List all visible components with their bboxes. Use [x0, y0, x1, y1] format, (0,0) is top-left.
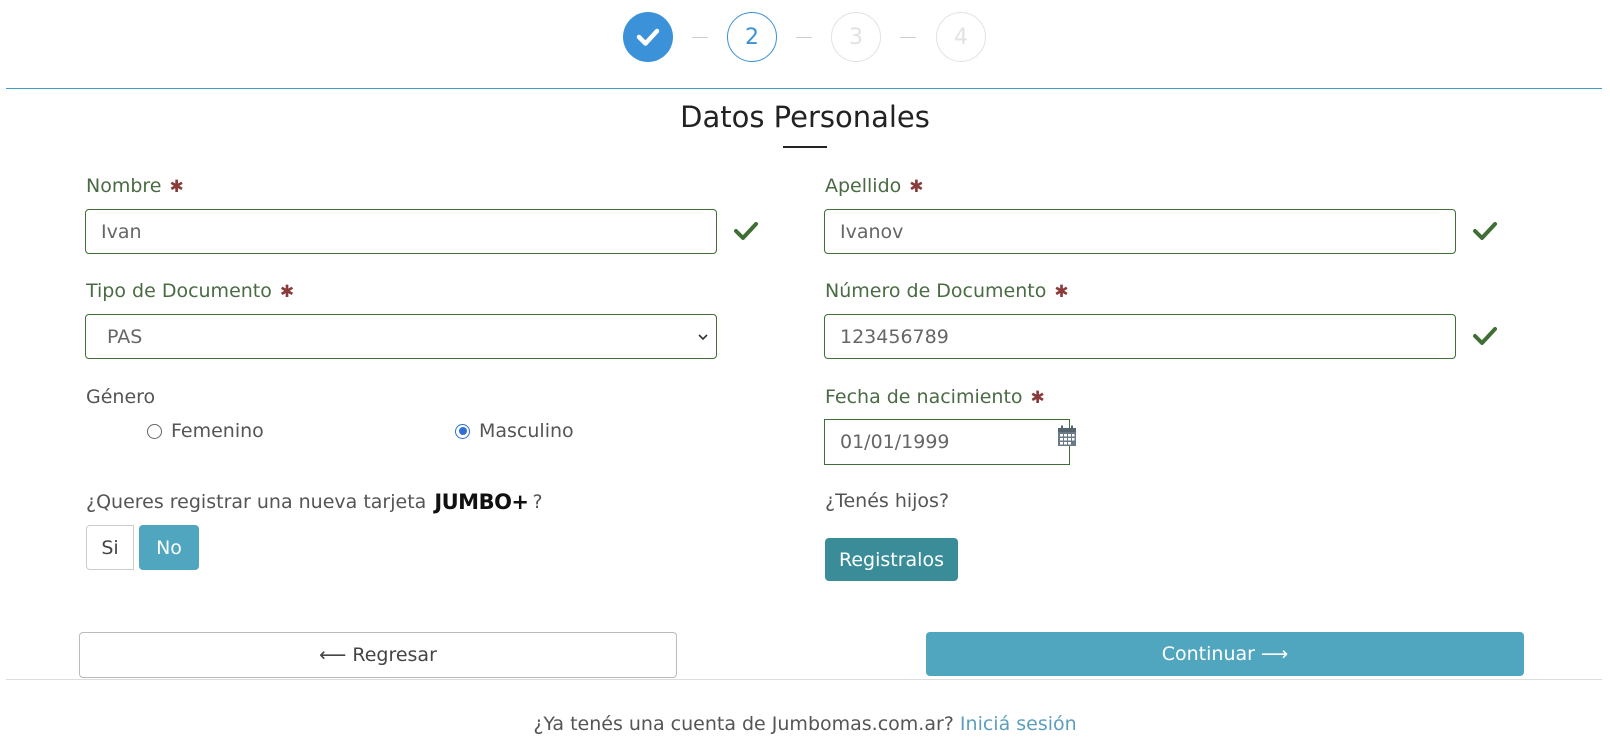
footer: ¿Ya tenés una cuenta de Jumbomas.com.ar?…: [0, 713, 1610, 735]
chevron-down-icon: [698, 334, 708, 341]
nombre-label: Nombre ✱: [86, 175, 184, 197]
step-separator: [692, 37, 708, 38]
numero-documento-label-text: Número de Documento: [825, 280, 1047, 302]
footer-divider: [6, 679, 1602, 680]
back-button[interactable]: ⟵ Regresar: [79, 632, 677, 678]
fecha-nacimiento-label: Fecha de nacimiento ✱: [825, 386, 1045, 408]
valid-check-icon: [734, 222, 758, 240]
radio-masculino-label: Masculino: [479, 420, 574, 442]
numero-documento-input[interactable]: 123456789: [824, 314, 1456, 359]
hijos-question: ¿Tenés hijos?: [825, 490, 950, 512]
step-3-pending: 3: [831, 12, 881, 62]
calendar-icon[interactable]: [1057, 425, 1077, 447]
nombre-label-text: Nombre: [86, 175, 162, 197]
page-title: Datos Personales: [680, 100, 930, 134]
stepper: 2 3 4: [0, 12, 1610, 62]
fecha-nacimiento-label-text: Fecha de nacimiento: [825, 386, 1023, 408]
apellido-input[interactable]: Ivanov: [824, 209, 1456, 254]
step-separator: [796, 37, 812, 38]
registralos-button[interactable]: Registralos: [825, 538, 958, 581]
radio-femenino[interactable]: Femenino: [147, 420, 264, 442]
tarjeta-question-text: ¿Queres registrar una nueva tarjeta: [86, 491, 427, 513]
tipo-documento-label: Tipo de Documento ✱: [86, 280, 294, 302]
tarjeta-no-button[interactable]: No: [139, 525, 199, 570]
required-icon: ✱: [169, 177, 184, 197]
required-icon: ✱: [1054, 282, 1069, 302]
tipo-documento-label-text: Tipo de Documento: [86, 280, 272, 302]
step-2-current: 2: [727, 12, 777, 62]
apellido-label: Apellido ✱: [825, 175, 924, 197]
radio-femenino-label: Femenino: [171, 420, 264, 442]
radio-femenino-circle[interactable]: [147, 423, 162, 439]
valid-check-icon: [1473, 327, 1497, 345]
jumbo-plus-logo: JUMBO+: [434, 490, 529, 514]
required-icon: ✱: [909, 177, 924, 197]
fecha-nacimiento-input[interactable]: 01/01/1999: [824, 419, 1070, 465]
required-icon: ✱: [1030, 388, 1045, 408]
footer-text: ¿Ya tenés una cuenta de Jumbomas.com.ar?: [533, 713, 954, 735]
radio-masculino[interactable]: Masculino: [455, 420, 574, 442]
title-underline: [783, 146, 827, 148]
tipo-documento-select[interactable]: PAS: [85, 314, 717, 359]
radio-masculino-circle[interactable]: [455, 423, 470, 439]
checkmark-icon: [636, 28, 660, 46]
tarjeta-si-button[interactable]: Si: [86, 525, 134, 570]
continue-button[interactable]: Continuar ⟶: [926, 632, 1524, 676]
genero-label: Género: [86, 386, 156, 408]
genero-radio-group: Femenino Masculino: [147, 420, 647, 448]
step-separator: [900, 37, 916, 38]
valid-check-icon: [1473, 222, 1497, 240]
tarjeta-question-suffix: ?: [532, 491, 543, 513]
step-1-completed: [623, 12, 673, 62]
login-link[interactable]: Iniciá sesión: [960, 713, 1077, 735]
step-4-pending: 4: [936, 12, 986, 62]
numero-documento-label: Número de Documento ✱: [825, 280, 1069, 302]
header-divider: [6, 88, 1602, 89]
apellido-label-text: Apellido: [825, 175, 902, 197]
tarjeta-question: ¿Queres registrar una nueva tarjeta JUMB…: [86, 490, 543, 514]
tipo-documento-selected-value: PAS: [107, 325, 143, 348]
nombre-input[interactable]: Ivan: [85, 209, 717, 254]
required-icon: ✱: [279, 282, 295, 302]
